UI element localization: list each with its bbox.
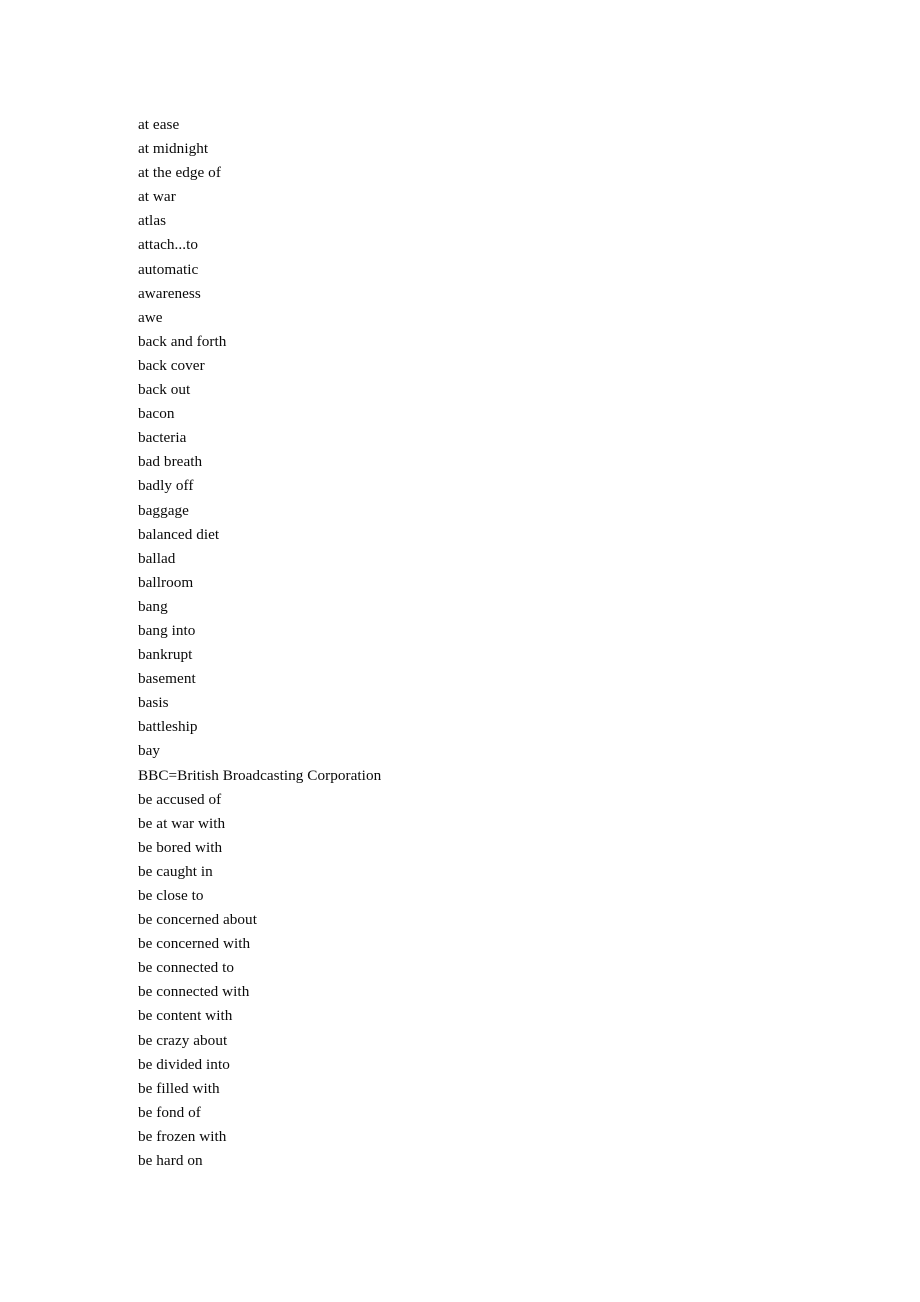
vocabulary-entry: be close to [138,887,204,904]
vocabulary-entry: at war [138,188,176,206]
vocabulary-entry: be connected with [138,983,250,1001]
vocabulary-entry: badly off [138,477,194,495]
vocabulary-entry: be accused of [138,790,222,808]
vocabulary-entry: bay [138,742,161,760]
vocabulary-entry: ballroom [138,573,194,591]
vocabulary-entry: attach...to [138,236,199,254]
vocabulary-entry: be crazy about [138,1031,228,1049]
vocabulary-entry: at ease [138,116,180,133]
vocabulary-entry: bacteria [138,429,187,447]
vocabulary-entry: be caught in [138,862,213,880]
vocabulary-entry: be connected to [138,959,235,977]
vocabulary-entry: bang [138,597,168,615]
vocabulary-entry: bad breath [138,453,203,471]
vocabulary-entry: basement [138,670,196,688]
vocabulary-entry: be hard on [138,1152,203,1170]
vocabulary-entry: at the edge of [138,164,221,182]
vocabulary-entry: battleship [138,718,198,736]
vocabulary-entry: balanced diet [138,525,220,543]
vocabulary-entry: be content with [138,1007,233,1025]
vocabulary-entry: back out [138,381,191,399]
vocabulary-entry: back and forth [138,332,227,350]
vocabulary-entry: bacon [138,405,175,423]
vocabulary-entry: be concerned about [138,911,257,929]
vocabulary-entry: automatic [138,260,199,278]
vocabulary-entry: be frozen with [138,1127,227,1145]
vocabulary-entry: be divided into [138,1055,230,1073]
vocabulary-entry: basis [138,694,169,712]
vocabulary-entry: back cover [138,356,205,374]
vocabulary-entry: bankrupt [138,646,193,664]
vocabulary-entry: BBC=British Broadcasting Corporation [138,766,382,784]
vocabulary-entry: atlas [138,212,167,230]
vocabulary-entry: be bored with [138,838,223,856]
vocabulary-entry: be filled with [138,1079,220,1097]
vocabulary-entry: be at war with [138,814,226,832]
vocabulary-entry: be concerned with [138,935,251,953]
vocabulary-entry: awareness [138,284,201,302]
vocabulary-entry: awe [138,308,163,326]
vocabulary-entry: bang into [138,621,196,639]
document-page: at ease at midnight at the edge of at war at… [0,0,920,1302]
vocabulary-entry: baggage [138,501,189,519]
vocabulary-entry: ballad [138,549,176,567]
vocabulary-entry: be fond of [138,1103,201,1121]
vocabulary-entry: at midnight [138,140,209,158]
vocabulary-entry-list: at ease at midnight at the edge of at war at… [138,113,838,1173]
